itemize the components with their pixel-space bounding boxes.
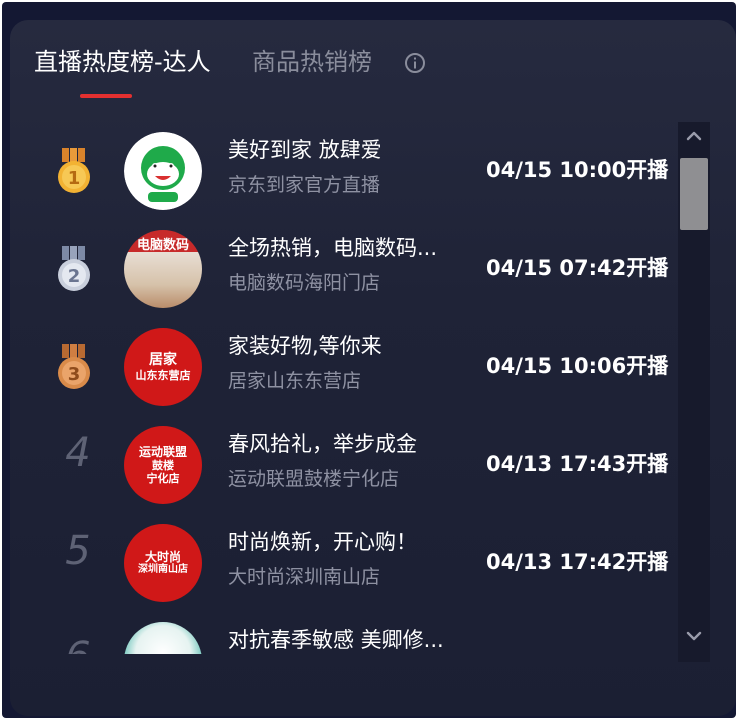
gold-medal-icon: 1 <box>58 148 90 193</box>
avatar-green-mascot <box>124 132 202 210</box>
ranking-panel: 直播热度榜-达人 商品热销榜 1 美好到家 放肆爱 京东到家官方直播 04/15… <box>10 20 736 716</box>
list-item[interactable]: 4 运动联盟 鼓楼 宁化店 春风拾礼，举步成金 运动联盟鼓楼宁化店 04/13 … <box>10 418 670 508</box>
live-title: 春风拾礼，举步成金 <box>228 432 417 456</box>
chevron-down-icon[interactable] <box>678 622 710 650</box>
avatar-teal-partial <box>124 622 202 654</box>
list-item[interactable]: 5 大时尚 深圳南山店 时尚焕新，开心购！ 大时尚深圳南山店 04/13 17:… <box>10 516 670 606</box>
live-title: 时尚焕新，开心购！ <box>228 530 417 554</box>
rank-number: 3 <box>68 364 81 385</box>
live-title: 美好到家 放肆爱 <box>228 138 382 162</box>
rank-number: 5 <box>65 528 91 574</box>
ranking-list: 1 美好到家 放肆爱 京东到家官方直播 04/15 10:00开播 2 电脑数码… <box>10 124 670 654</box>
avatar-red-logo: 大时尚 深圳南山店 <box>124 524 202 602</box>
start-time: 04/13 17:42开播 <box>486 550 669 574</box>
active-tab-indicator <box>80 94 132 98</box>
avatar-text: 深圳南山店 <box>138 564 188 576</box>
avatar-red-logo: 居家 山东东营店 <box>124 328 202 406</box>
start-time: 04/15 07:42开播 <box>486 256 669 280</box>
rank-number: 2 <box>68 266 81 287</box>
silver-medal-icon: 2 <box>58 246 90 291</box>
bronze-medal-icon: 3 <box>58 344 90 389</box>
live-title: 对抗春季敏感 美卿修... <box>228 628 444 652</box>
rank-number: 1 <box>68 168 81 189</box>
avatar-text: 山东东营店 <box>135 368 191 382</box>
rank-number: 4 <box>65 430 91 476</box>
shop-name: 电脑数码海阳门店 <box>228 272 381 294</box>
tab-product-sales-ranking[interactable]: 商品热销榜 <box>252 46 372 78</box>
start-time: 04/15 10:06开播 <box>486 354 669 378</box>
shop-name: 运动联盟鼓楼宁化店 <box>228 468 400 490</box>
scroll-thumb[interactable] <box>680 158 708 230</box>
tab-live-heat-ranking[interactable]: 直播热度榜-达人 <box>34 46 211 78</box>
chevron-up-icon[interactable] <box>678 122 710 150</box>
shop-name: 大时尚深圳南山店 <box>228 566 381 588</box>
start-time: 04/15 10:00开播 <box>486 158 669 182</box>
avatar-red-logo: 运动联盟 鼓楼 宁化店 <box>124 426 202 504</box>
rank-number: 6 <box>58 634 98 654</box>
start-time: 04/13 17:43开播 <box>486 452 669 476</box>
shop-name: 居家山东东营店 <box>228 370 362 392</box>
list-item[interactable]: 1 美好到家 放肆爱 京东到家官方直播 04/15 10:00开播 <box>10 124 670 214</box>
list-item[interactable]: 6 对抗春季敏感 美卿修... <box>10 614 670 654</box>
shop-name: 京东到家官方直播 <box>228 174 381 196</box>
screen-frame: 直播热度榜-达人 商品热销榜 1 美好到家 放肆爱 京东到家官方直播 04/15… <box>2 2 736 718</box>
live-title: 全场热销，电脑数码... <box>228 236 438 260</box>
list-item[interactable]: 3 居家 山东东营店 家装好物,等你来 居家山东东营店 04/15 10:06开… <box>10 320 670 410</box>
avatar-text: 居家 <box>149 352 177 368</box>
avatar-text: 大时尚 <box>144 549 181 564</box>
avatar-text: 电脑数码 <box>136 238 189 253</box>
scrollbar[interactable] <box>678 122 710 662</box>
avatar-text: 运动联盟 <box>138 444 187 459</box>
avatar-text: 宁化店 <box>146 472 180 486</box>
live-title: 家装好物,等你来 <box>228 334 382 358</box>
avatar-text: 鼓楼 <box>152 459 174 472</box>
list-item[interactable]: 2 电脑数码 全场热销，电脑数码... 电脑数码海阳门店 04/15 07:42… <box>10 222 670 312</box>
avatar-store-photo: 电脑数码 <box>124 230 202 308</box>
info-circle-icon[interactable] <box>404 52 426 74</box>
